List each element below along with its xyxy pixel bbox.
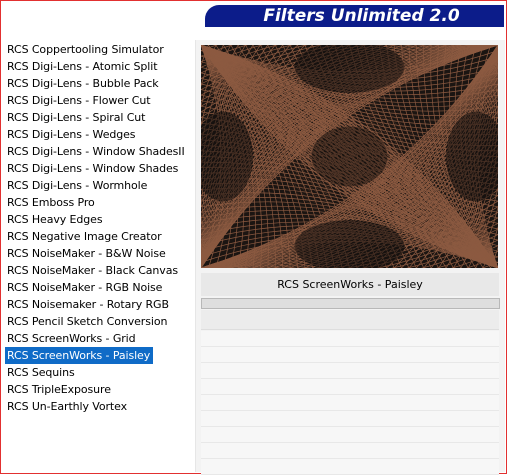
parameter-row bbox=[201, 427, 499, 443]
parameter-row bbox=[201, 379, 499, 395]
preview-image bbox=[201, 45, 498, 268]
filter-item[interactable]: RCS Noisemaker - Rotary RGB bbox=[5, 296, 172, 313]
parameter-row bbox=[201, 459, 499, 475]
filter-item-selected[interactable]: RCS ScreenWorks - Paisley bbox=[5, 347, 154, 364]
filter-item[interactable]: RCS Heavy Edges bbox=[5, 211, 105, 228]
paisley-pattern-image bbox=[201, 45, 498, 268]
filter-item[interactable]: RCS TripleExposure bbox=[5, 381, 114, 398]
filter-item[interactable]: RCS NoiseMaker - B&W Noise bbox=[5, 245, 169, 262]
parameter-row bbox=[201, 395, 499, 411]
filter-item[interactable]: RCS Digi-Lens - Atomic Split bbox=[5, 58, 160, 75]
filter-item[interactable]: RCS Digi-Lens - Window ShadesII bbox=[5, 143, 188, 160]
parameter-row bbox=[201, 363, 499, 379]
selected-filter-name: RCS ScreenWorks - Paisley bbox=[277, 278, 423, 291]
filter-item[interactable]: RCS Negative Image Creator bbox=[5, 228, 165, 245]
filter-item[interactable]: RCS Coppertooling Simulator bbox=[5, 41, 167, 58]
parameter-row bbox=[201, 411, 499, 427]
filter-item[interactable]: RCS NoiseMaker - Black Canvas bbox=[5, 262, 181, 279]
filter-item[interactable]: RCS Pencil Sketch Conversion bbox=[5, 313, 170, 330]
parameter-row bbox=[201, 347, 499, 363]
parameter-row bbox=[201, 443, 499, 459]
filter-item[interactable]: RCS NoiseMaker - RGB Noise bbox=[5, 279, 165, 296]
app-title: Filters Unlimited 2.0 bbox=[263, 6, 460, 26]
filter-item[interactable]: RCS Digi-Lens - Bubble Pack bbox=[5, 75, 162, 92]
filter-item[interactable]: RCS Emboss Pro bbox=[5, 194, 98, 211]
pattern-center-shadow bbox=[311, 126, 388, 187]
filter-item[interactable]: RCS Digi-Lens - Window Shades bbox=[5, 160, 181, 177]
filter-item[interactable]: RCS Digi-Lens - Flower Cut bbox=[5, 92, 153, 109]
filter-item[interactable]: RCS ScreenWorks - Grid bbox=[5, 330, 139, 347]
filter-item[interactable]: RCS Digi-Lens - Wedges bbox=[5, 126, 138, 143]
filter-item[interactable]: RCS Un-Earthly Vortex bbox=[5, 398, 130, 415]
progress-bar bbox=[201, 298, 500, 309]
parameter-row bbox=[201, 331, 499, 347]
filter-item[interactable]: RCS Digi-Lens - Spiral Cut bbox=[5, 109, 148, 126]
filter-name-bar: RCS ScreenWorks - Paisley bbox=[201, 273, 499, 296]
parameter-row bbox=[201, 310, 499, 330]
header-banner: Filters Unlimited 2.0 bbox=[205, 5, 504, 27]
filter-item[interactable]: RCS Digi-Lens - Wormhole bbox=[5, 177, 150, 194]
filter-list[interactable]: RCS Coppertooling Simulator RCS Digi-Lens… bbox=[3, 40, 193, 470]
filter-item[interactable]: RCS Sequins bbox=[5, 364, 78, 381]
